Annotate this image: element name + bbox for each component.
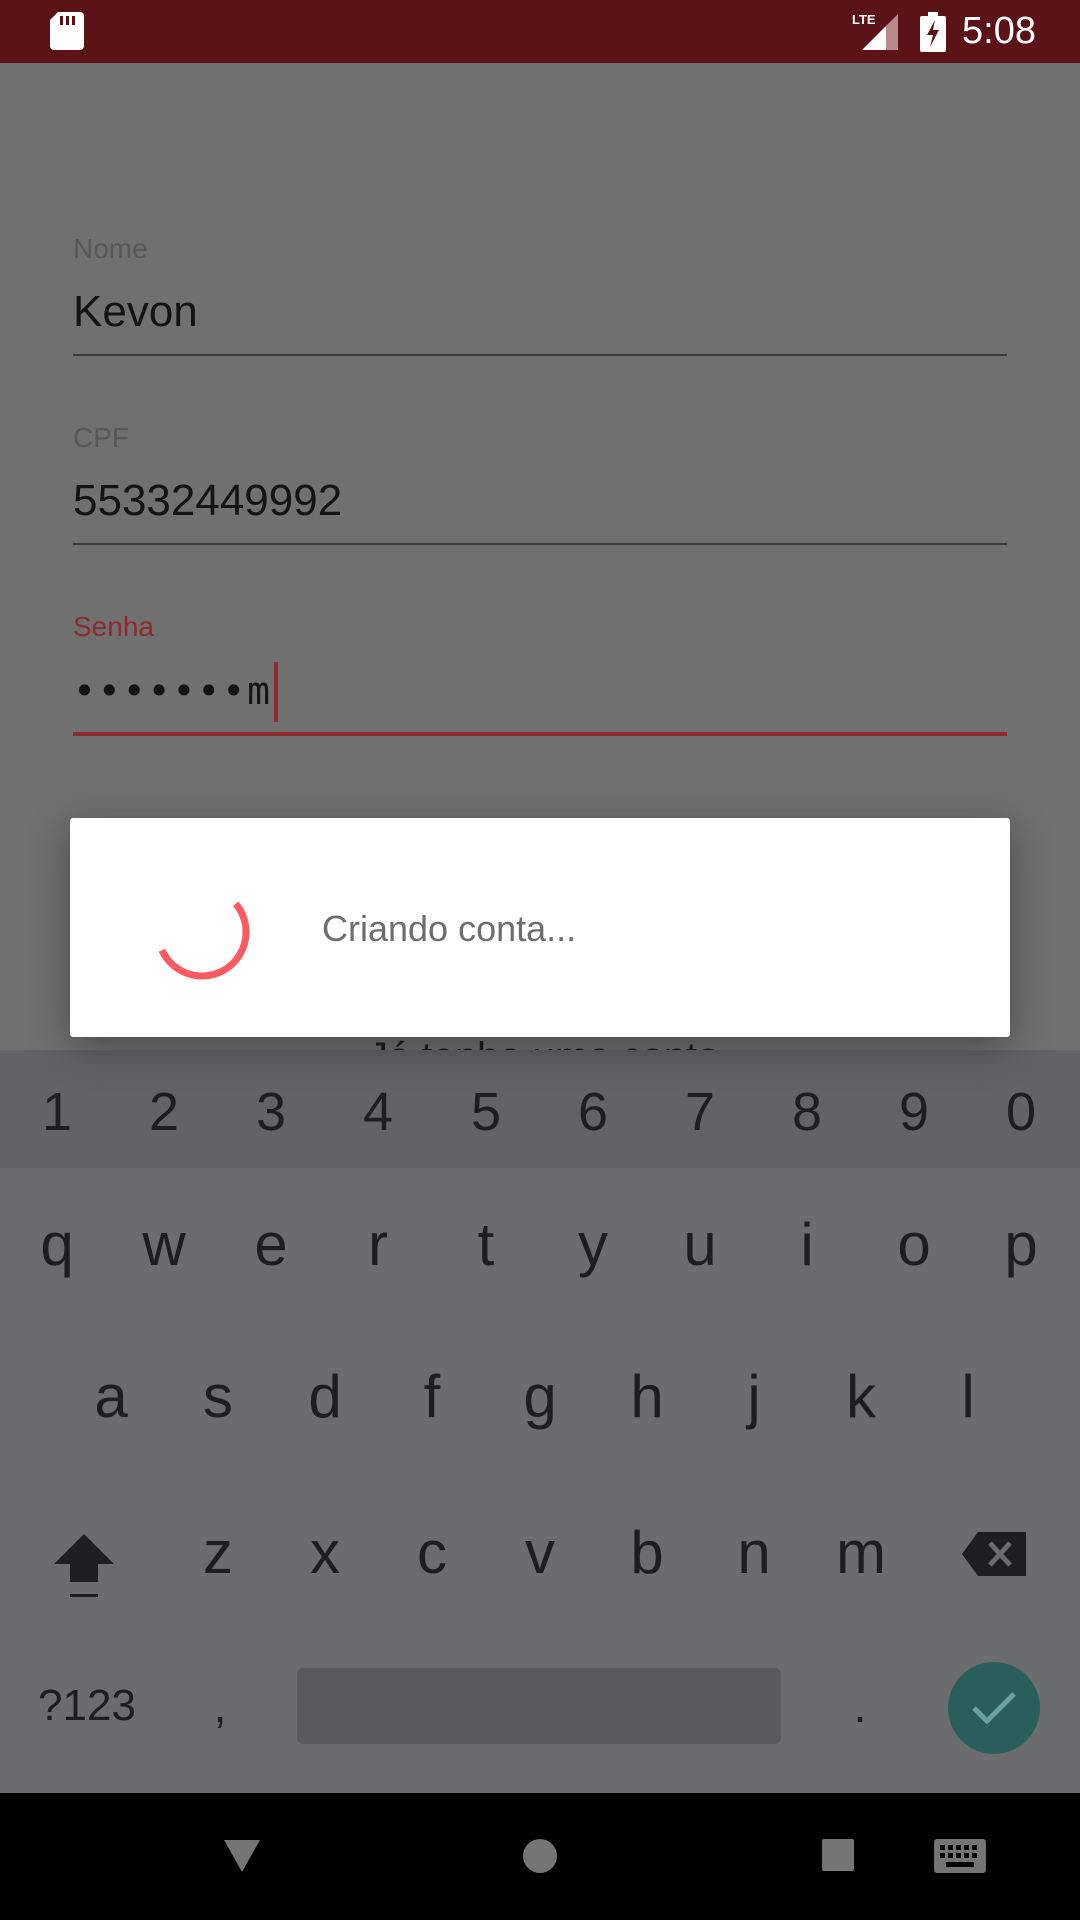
key-9[interactable]: 9 [874,1082,954,1142]
lte-signal-icon: LTE [852,12,898,50]
shift-icon[interactable] [52,1530,116,1602]
recents-icon[interactable] [822,1839,854,1871]
home-icon[interactable] [522,1838,558,1874]
cpf-input[interactable]: 55332449992 [73,473,1007,529]
dialog-message: Criando conta... [322,908,577,949]
key-u[interactable]: u [655,1210,745,1280]
key-i[interactable]: i [762,1210,852,1280]
text-cursor [274,662,279,723]
key-j[interactable]: j [709,1362,799,1432]
key-n[interactable]: n [709,1518,799,1588]
battery-charging-icon [920,12,946,52]
key-m[interactable]: m [816,1518,906,1588]
key-r[interactable]: r [333,1210,423,1280]
cpf-field[interactable]: CPF 55332449992 [73,421,1007,545]
comma-key[interactable]: , [190,1676,250,1736]
key-d[interactable]: d [280,1362,370,1432]
cpf-label: CPF [73,422,129,453]
key-z[interactable]: z [173,1518,263,1588]
key-b[interactable]: b [602,1518,692,1588]
check-icon [972,1692,1016,1725]
back-icon[interactable] [222,1838,262,1874]
key-6[interactable]: 6 [553,1082,633,1142]
key-a[interactable]: a [66,1362,156,1432]
key-4[interactable]: 4 [338,1082,418,1142]
period-key[interactable]: . [830,1676,890,1736]
senha-field[interactable]: Senha •••••••m [73,610,1007,736]
key-l[interactable]: l [923,1362,1013,1432]
key-0[interactable]: 0 [981,1082,1061,1142]
loading-spinner [154,884,250,980]
svg-text:LTE: LTE [852,12,876,27]
nome-label: Nome [73,233,148,264]
nome-field[interactable]: Nome Kevon [73,232,1007,356]
symbols-key[interactable]: ?123 [32,1676,142,1736]
key-s[interactable]: s [173,1362,263,1432]
key-2[interactable]: 2 [124,1082,204,1142]
key-1[interactable]: 1 [17,1082,97,1142]
key-v[interactable]: v [495,1518,585,1588]
key-5[interactable]: 5 [446,1082,526,1142]
sd-card-icon [50,12,84,50]
clock: 5:08 [962,10,1036,52]
key-w[interactable]: w [119,1210,209,1280]
keyboard-switch-icon[interactable] [934,1839,986,1873]
senha-underline [73,732,1007,736]
key-e[interactable]: e [226,1210,316,1280]
nome-underline [73,354,1007,356]
key-q[interactable]: q [12,1210,102,1280]
backspace-icon[interactable] [962,1530,1028,1578]
key-c[interactable]: c [387,1518,477,1588]
key-x[interactable]: x [280,1518,370,1588]
key-g[interactable]: g [495,1362,585,1432]
navigation-bar [0,1793,1080,1920]
key-t[interactable]: t [441,1210,531,1280]
key-h[interactable]: h [602,1362,692,1432]
nome-input[interactable]: Kevon [73,284,1007,340]
key-k[interactable]: k [816,1362,906,1432]
key-y[interactable]: y [548,1210,638,1280]
enter-button[interactable] [948,1662,1040,1754]
password-mask: ••••••• [73,669,248,713]
password-last-char: m [247,669,273,713]
cpf-underline [73,543,1007,545]
key-8[interactable]: 8 [767,1082,847,1142]
senha-label: Senha [73,611,154,642]
key-f[interactable]: f [387,1362,477,1432]
key-o[interactable]: o [869,1210,959,1280]
key-7[interactable]: 7 [660,1082,740,1142]
status-bar: LTE 5:08 [0,0,1080,63]
space-bar[interactable] [297,1668,781,1744]
key-p[interactable]: p [976,1210,1066,1280]
senha-input[interactable]: •••••••m [73,662,1007,723]
key-3[interactable]: 3 [231,1082,311,1142]
